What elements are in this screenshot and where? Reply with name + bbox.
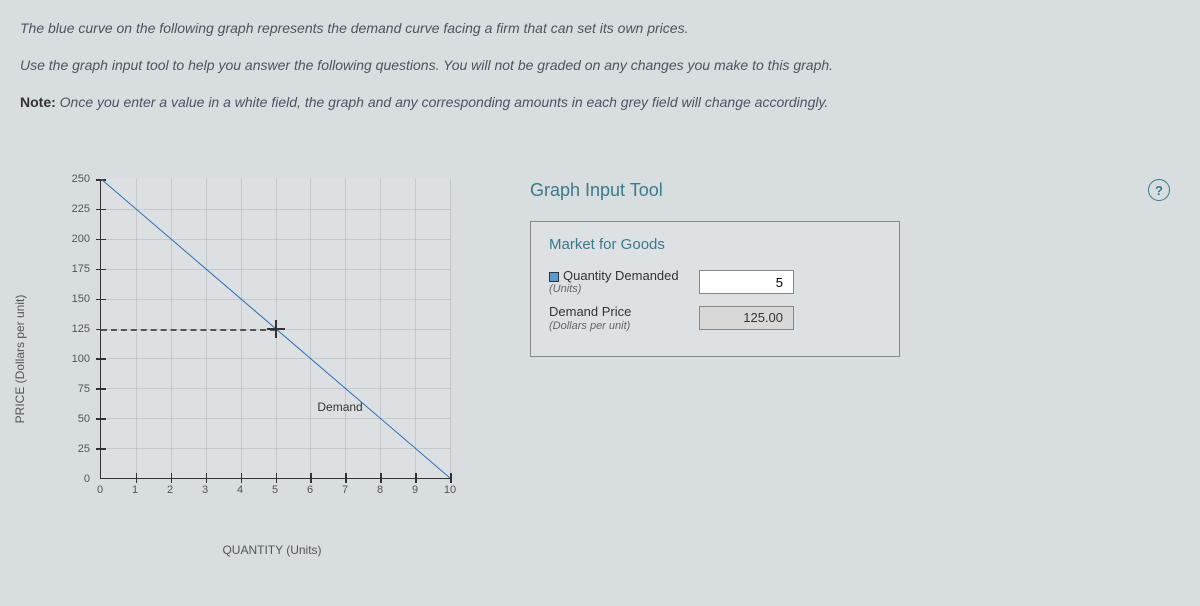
help-icon[interactable]: ? xyxy=(1148,179,1170,201)
plot-area[interactable]: Demand xyxy=(100,179,450,479)
y-tick: 75 xyxy=(50,383,90,395)
y-tick: 0 xyxy=(50,473,90,485)
quantity-demanded-row: Quantity Demanded (Units) xyxy=(549,269,881,295)
demand-point-marker[interactable] xyxy=(267,320,285,338)
x-tick: 2 xyxy=(167,484,173,496)
market-section-title: Market for Goods xyxy=(549,236,881,253)
y-axis-ticks: 250 225 200 175 150 125 100 75 50 25 0 xyxy=(50,179,90,479)
price-label: Demand Price xyxy=(549,305,699,319)
x-tick: 3 xyxy=(202,484,208,496)
x-tick: 10 xyxy=(444,484,456,496)
x-tick: 1 xyxy=(132,484,138,496)
x-tick: 6 xyxy=(307,484,313,496)
y-axis-label: PRICE (Dollars per unit) xyxy=(13,295,27,424)
y-tick: 250 xyxy=(50,173,90,185)
quantity-label: Quantity Demanded xyxy=(549,269,699,283)
tool-title: Graph Input Tool xyxy=(530,180,663,201)
x-tick: 7 xyxy=(342,484,348,496)
note-text: Once you enter a value in a white field,… xyxy=(56,94,829,110)
y-tick: 225 xyxy=(50,203,90,215)
y-tick: 150 xyxy=(50,293,90,305)
instruction-note: Note: Once you enter a value in a white … xyxy=(20,92,1180,113)
y-tick: 100 xyxy=(50,353,90,365)
quantity-demanded-input[interactable] xyxy=(699,270,794,294)
price-sublabel: (Dollars per unit) xyxy=(549,320,699,332)
demand-series-label: Demand xyxy=(317,400,362,414)
instruction-line-1: The blue curve on the following graph re… xyxy=(20,18,1180,39)
y-tick: 50 xyxy=(50,413,90,425)
y-tick: 200 xyxy=(50,233,90,245)
demand-price-row: Demand Price (Dollars per unit) 125.00 xyxy=(549,305,881,331)
instruction-line-2: Use the graph input tool to help you ans… xyxy=(20,55,1180,76)
x-tick: 8 xyxy=(377,484,383,496)
y-tick: 175 xyxy=(50,263,90,275)
x-tick: 5 xyxy=(272,484,278,496)
x-tick: 4 xyxy=(237,484,243,496)
demand-price-output: 125.00 xyxy=(699,306,794,330)
market-for-goods-box: Market for Goods Quantity Demanded (Unit… xyxy=(530,221,900,357)
note-label: Note: xyxy=(20,94,56,110)
x-axis-label: QUANTITY (Units) xyxy=(222,543,321,557)
graph-input-tool-panel: Graph Input Tool ? Market for Goods Quan… xyxy=(530,179,1170,539)
legend-square-icon xyxy=(549,272,559,282)
y-tick: 25 xyxy=(50,443,90,455)
x-tick: 0 xyxy=(97,484,103,496)
demand-chart[interactable]: PRICE (Dollars per unit) QUANTITY (Units… xyxy=(30,179,470,539)
x-tick: 9 xyxy=(412,484,418,496)
quantity-sublabel: (Units) xyxy=(549,283,699,295)
y-tick: 125 xyxy=(50,323,90,335)
instructions-block: The blue curve on the following graph re… xyxy=(0,0,1200,139)
